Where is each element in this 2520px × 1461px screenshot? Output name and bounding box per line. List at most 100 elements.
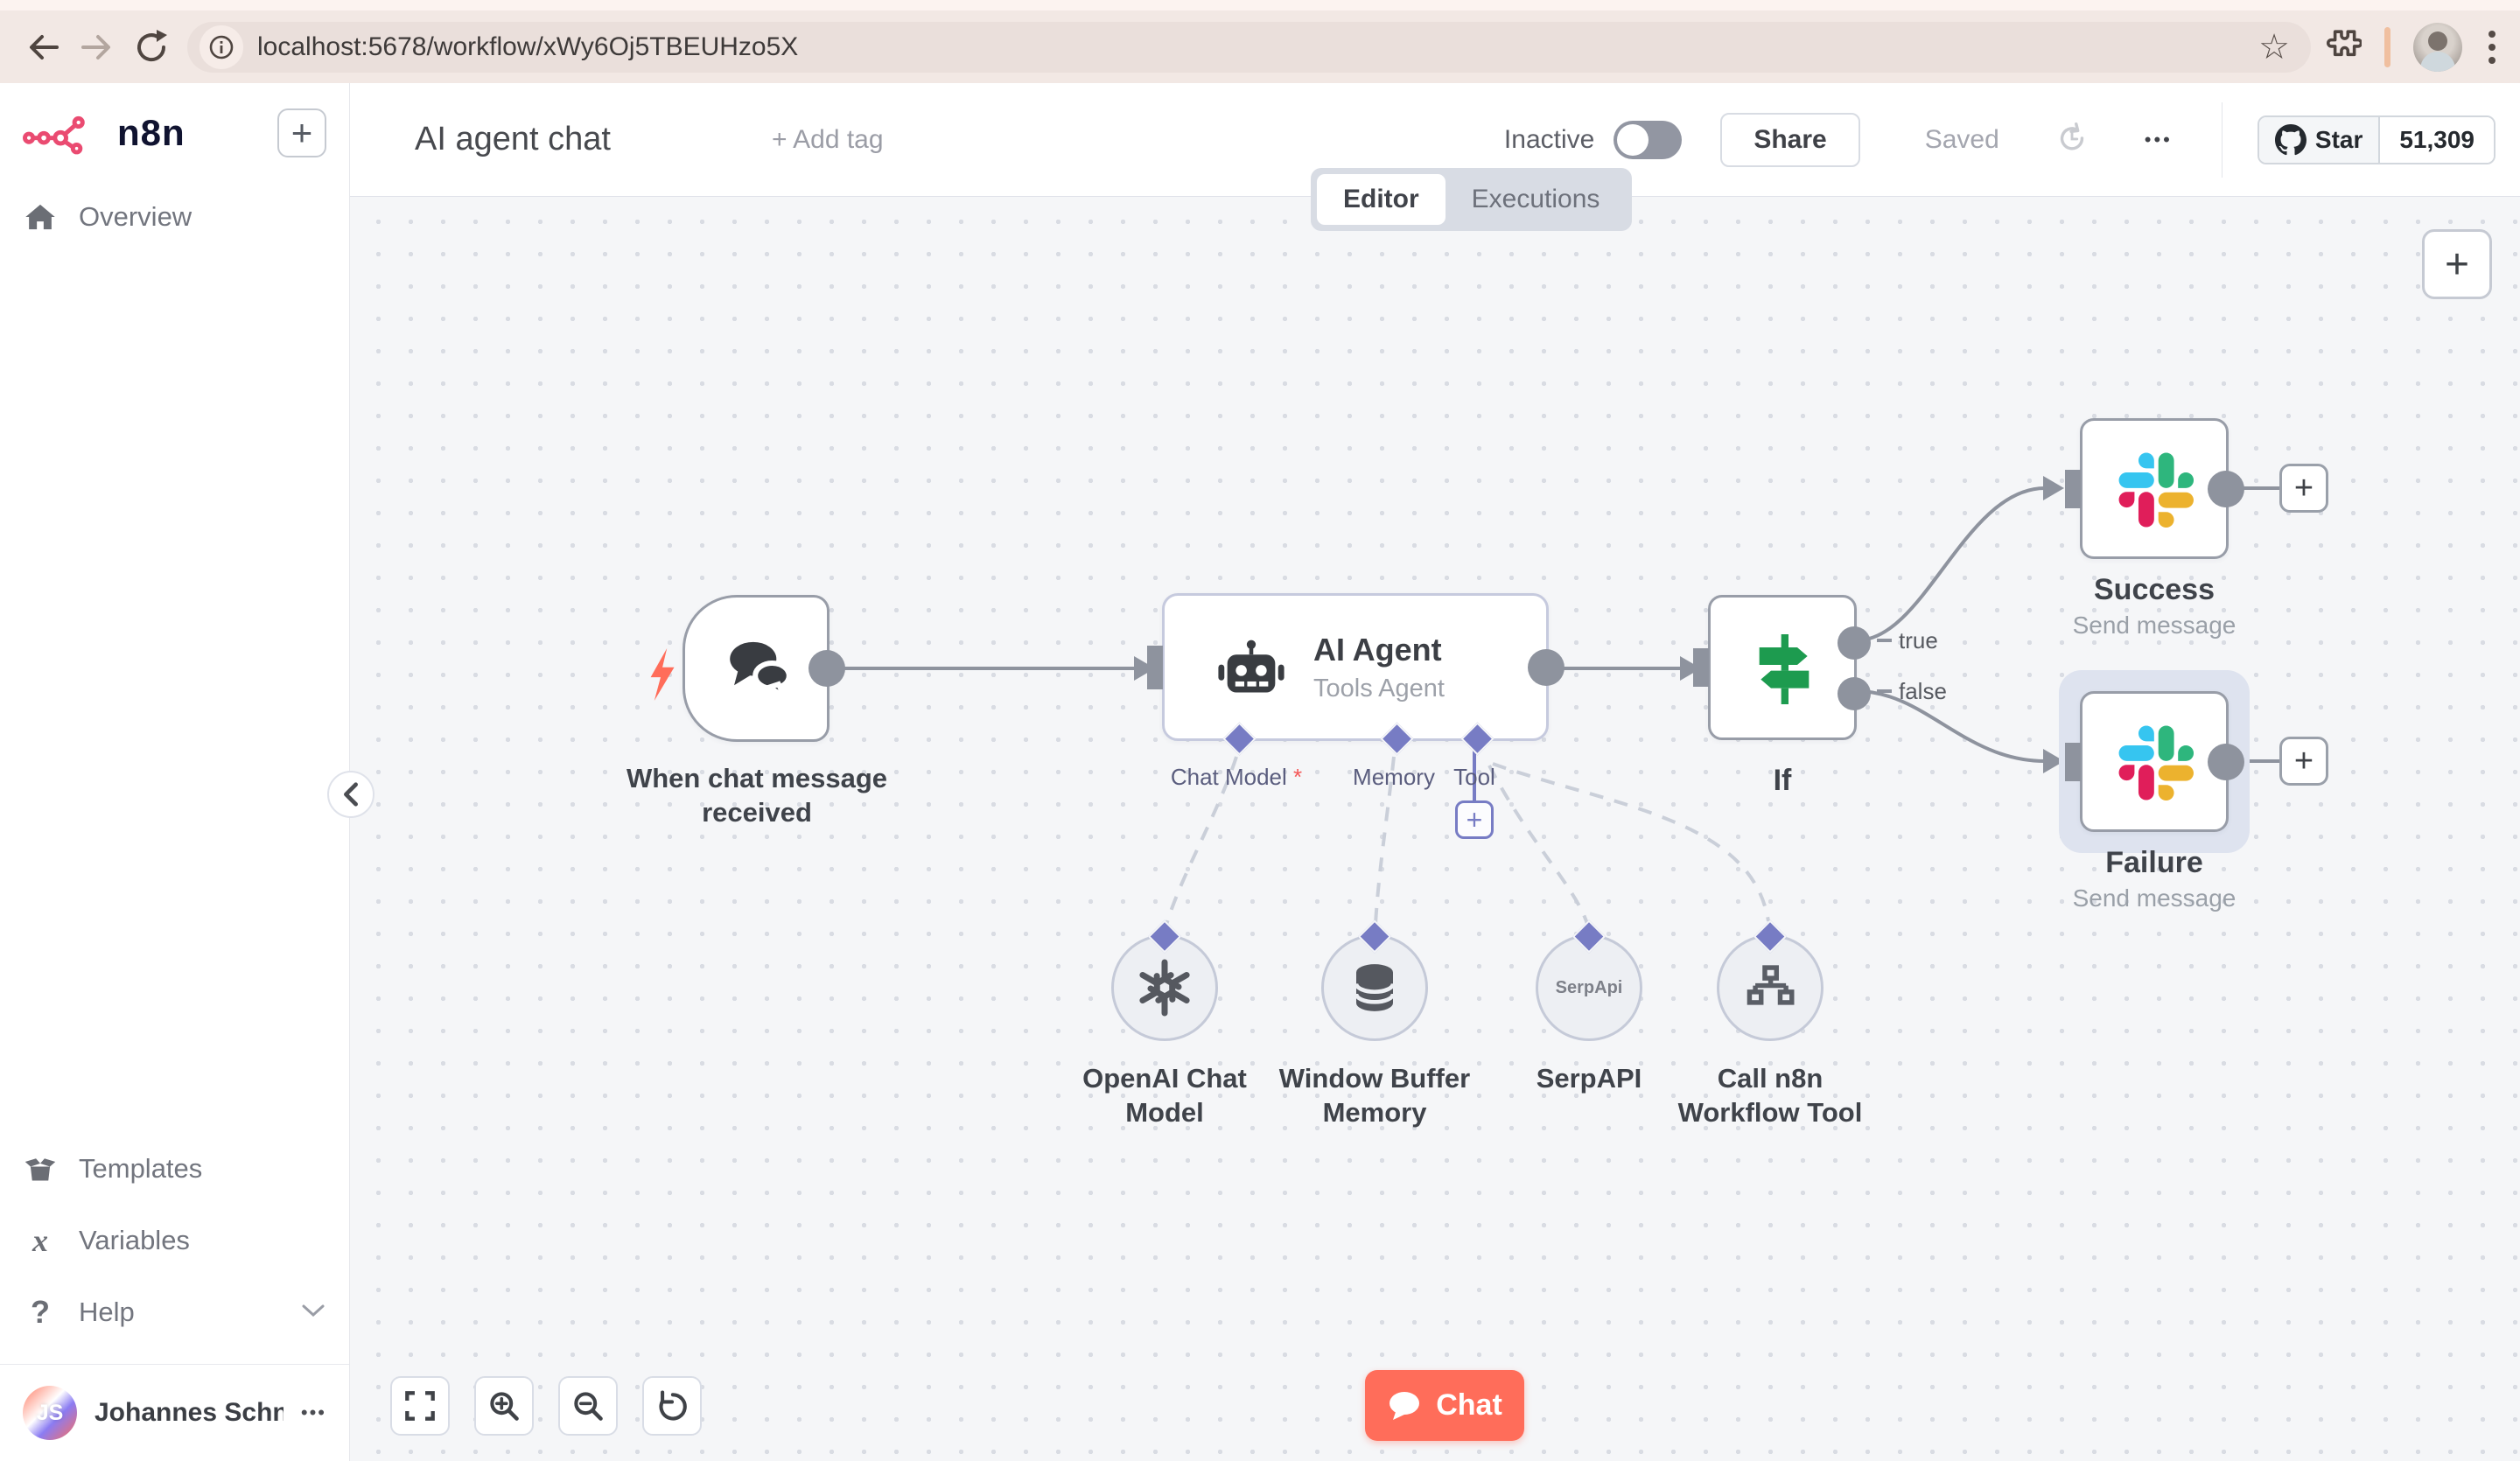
node-ai-agent[interactable]: AI Agent Tools Agent: [1147, 593, 1564, 756]
fit-view-button[interactable]: [390, 1376, 450, 1436]
node-failure[interactable]: [2065, 691, 2244, 832]
reset-zoom-button[interactable]: [642, 1376, 702, 1436]
output-label-true: true: [1899, 627, 1938, 654]
node-if[interactable]: [1693, 595, 1871, 740]
canvas-add-node-button[interactable]: +: [2422, 229, 2492, 299]
reset-icon: [659, 1390, 687, 1421]
workflow-history-icon[interactable]: [2054, 119, 2090, 160]
arrowhead-success-input: [2043, 476, 2064, 500]
chevron-left-icon: [344, 782, 358, 807]
zoom-in-button[interactable]: [474, 1376, 534, 1436]
tab-executions[interactable]: Executions: [1446, 174, 1627, 225]
output-port[interactable]: [1528, 648, 1564, 686]
info-icon: [209, 35, 234, 59]
window-titlebar: [0, 0, 2520, 10]
n8n-logo[interactable]: n8n: [23, 108, 186, 158]
user-name: Johannes Schn...: [94, 1398, 284, 1427]
user-avatar: JS: [23, 1386, 77, 1440]
wire-if-true-to-success: [1856, 486, 2046, 642]
output-port-true[interactable]: [1838, 626, 1871, 660]
input-port: [1147, 645, 1163, 689]
sidebar-collapse-button[interactable]: [327, 771, 374, 818]
node-openai-chat-model[interactable]: [1111, 919, 1218, 1041]
add-node-after-failure-button[interactable]: +: [2279, 737, 2328, 786]
chat-bubbles-icon: [730, 641, 792, 699]
node-chat-trigger[interactable]: [682, 595, 845, 742]
node-sublabel-success: Send message: [2072, 612, 2236, 639]
workflow-canvas[interactable]: When chat message received AI Agent Tool…: [350, 197, 2520, 1461]
activation-toggle[interactable]: [1614, 120, 1683, 159]
url-text: localhost:5678/workflow/xWy6Oj5TBEUHzo5X: [257, 31, 799, 61]
box-icon: [23, 1155, 58, 1183]
wire-if-false-to-failure: [1856, 689, 2046, 763]
chat-bubble-icon: [1390, 1391, 1420, 1420]
sidebar-item-label: Variables: [79, 1225, 190, 1255]
sidebar: n8n + Overview Templates x Variables ? H…: [0, 83, 374, 1461]
user-menu[interactable]: JS Johannes Schn... •••: [0, 1365, 349, 1461]
view-tabs: Editor Executions: [1311, 168, 1633, 231]
user-more-icon[interactable]: •••: [301, 1402, 326, 1424]
zoom-out-button[interactable]: [558, 1376, 618, 1436]
github-star-label: Star: [2314, 125, 2363, 153]
url-bar[interactable]: localhost:5678/workflow/xWy6Oj5TBEUHzo5X…: [187, 21, 2311, 73]
workflow-title[interactable]: AI agent chat: [415, 121, 611, 158]
add-node-after-success-button[interactable]: +: [2279, 464, 2328, 513]
github-star-widget[interactable]: Star 51,309: [2257, 115, 2496, 164]
back-arrow-icon: [30, 34, 59, 59]
browser-chrome: localhost:5678/workflow/xWy6Oj5TBEUHzo5X…: [0, 0, 2520, 83]
header-more-icon[interactable]: •••: [2145, 129, 2173, 151]
sidebar-item-variables[interactable]: x Variables: [0, 1205, 349, 1276]
robot-icon: [1218, 640, 1284, 692]
database-icon: [1354, 964, 1396, 1011]
browser-profile-avatar[interactable]: [2413, 22, 2462, 72]
extensions-icon[interactable]: [2323, 28, 2362, 66]
node-sublabel-failure: Send message: [2072, 884, 2236, 912]
output-label-false: false: [1899, 678, 1947, 704]
chevron-down-icon: [300, 1303, 326, 1323]
node-window-buffer-memory[interactable]: [1321, 919, 1428, 1041]
add-tool-button[interactable]: +: [1455, 800, 1494, 839]
output-port-false[interactable]: [1838, 677, 1871, 710]
bookmark-star-icon[interactable]: ☆: [2258, 27, 2290, 67]
site-info-icon[interactable]: [200, 24, 243, 69]
trigger-bolt-icon: [650, 648, 675, 701]
output-port[interactable]: [808, 650, 845, 687]
chat-button-label: Chat: [1436, 1388, 1502, 1422]
input-port: [2065, 469, 2081, 508]
variable-x-icon: x: [32, 1223, 48, 1258]
n8n-logo-icon: [23, 115, 85, 155]
node-label-call-n8n: Call n8n Workflow Tool: [1677, 1063, 1863, 1128]
output-port[interactable]: [2208, 470, 2244, 507]
home-icon: [23, 202, 58, 232]
back-button[interactable]: [16, 20, 70, 74]
slack-icon: [2118, 452, 2194, 528]
new-workflow-button[interactable]: +: [277, 108, 326, 157]
saved-status: Saved: [1924, 124, 1999, 154]
output-port[interactable]: [2208, 743, 2244, 780]
browser-menu-icon[interactable]: [2485, 27, 2499, 67]
tab-editor[interactable]: Editor: [1317, 174, 1446, 225]
sidebar-item-help[interactable]: ? Help: [0, 1276, 349, 1348]
github-star-count: 51,309: [2380, 116, 2494, 163]
sidebar-item-label: Overview: [79, 201, 192, 232]
add-tag-button[interactable]: + Add tag: [772, 125, 884, 155]
node-success[interactable]: [2065, 418, 2244, 559]
node-serpapi[interactable]: SerpApi: [1536, 919, 1642, 1041]
sidebar-item-overview[interactable]: Overview: [0, 181, 349, 253]
question-mark-icon: ?: [31, 1294, 50, 1330]
input-port: [2065, 742, 2081, 781]
open-chat-button[interactable]: Chat: [1365, 1370, 1524, 1441]
profile-indicator: [2384, 26, 2390, 67]
reload-button[interactable]: [124, 20, 178, 74]
toggle-knob: [1617, 123, 1649, 156]
share-button[interactable]: Share: [1720, 112, 1860, 167]
forward-button[interactable]: [70, 20, 124, 74]
node-label-window-buffer: Window Buffer Memory: [1278, 1063, 1471, 1128]
node-label-openai: OpenAI Chat Model: [1082, 1063, 1247, 1128]
node-label-if: If: [1773, 764, 1792, 797]
main-area: AI agent chat + Add tag Inactive Share S…: [350, 83, 2520, 1461]
node-call-n8n-workflow-tool[interactable]: [1717, 919, 1824, 1041]
sidebar-item-templates[interactable]: Templates: [0, 1133, 349, 1205]
node-label-success: Success: [2094, 573, 2215, 606]
workflow-hierarchy-icon: [1746, 965, 1795, 1005]
